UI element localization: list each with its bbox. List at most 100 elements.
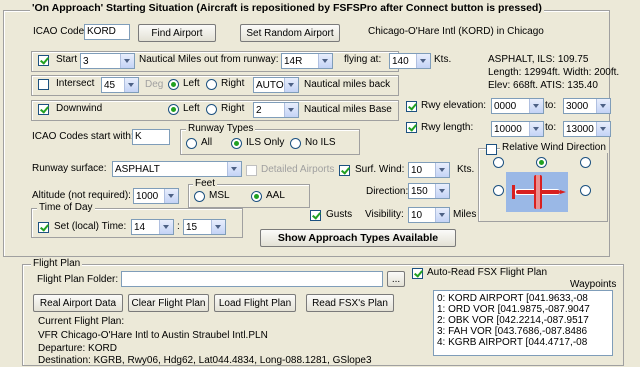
surf-wind-select[interactable]: 10 bbox=[408, 162, 450, 178]
fp-browse-button[interactable]: ... bbox=[387, 271, 405, 287]
time-colon: : bbox=[177, 221, 180, 232]
gusts-label: Gusts bbox=[326, 209, 353, 220]
rwy-elevation-to-value: 3000 bbox=[566, 101, 589, 112]
intersect-right-label: Right bbox=[221, 78, 245, 89]
wind-n-radio[interactable] bbox=[536, 157, 547, 168]
set-random-airport-button[interactable]: Set Random Airport bbox=[240, 24, 340, 42]
rwy-elevation-checkbox[interactable] bbox=[406, 101, 417, 112]
show-approach-types-button[interactable]: Show Approach Types Available bbox=[260, 229, 456, 247]
chevron-down-icon[interactable] bbox=[435, 184, 449, 198]
runway-type-noils-radio[interactable] bbox=[290, 138, 301, 149]
chevron-down-icon[interactable] bbox=[529, 122, 543, 136]
autoread-label: Auto-Read FSX Flight Plan bbox=[427, 267, 548, 278]
intersect-right-radio[interactable] bbox=[206, 79, 217, 90]
downwind-distance-select[interactable]: 2 bbox=[253, 102, 299, 118]
runway-select[interactable]: 14R bbox=[281, 53, 333, 69]
rwy-elevation-to-select[interactable]: 3000 bbox=[563, 98, 611, 114]
rwy-elevation-from-select[interactable]: 0000 bbox=[491, 98, 544, 114]
miles-label: Miles bbox=[453, 209, 477, 220]
surf-wind-label: Surf. Wind: bbox=[355, 164, 405, 175]
list-item[interactable]: 4: KGRB AIRPORT [044.4717,-08 bbox=[434, 337, 612, 348]
flight-plan-title: Flight Plan bbox=[31, 258, 83, 269]
fp-folder-label: Flight Plan Folder: bbox=[37, 274, 119, 285]
load-flight-plan-button[interactable]: Load Flight Plan bbox=[214, 294, 296, 312]
rwy-elevation-to-label: to: bbox=[545, 100, 557, 111]
detailed-airports-label: Detailed Airports bbox=[261, 164, 335, 175]
wind-nw-radio[interactable] bbox=[493, 157, 504, 168]
chevron-down-icon[interactable] bbox=[596, 99, 610, 113]
rwy-length-checkbox[interactable] bbox=[406, 122, 417, 133]
downwind-right-label: Right bbox=[221, 103, 245, 114]
chevron-down-icon[interactable] bbox=[284, 78, 298, 92]
chevron-down-icon[interactable] bbox=[596, 122, 610, 136]
clear-flight-plan-button[interactable]: Clear Flight Plan bbox=[128, 294, 209, 312]
visibility-select[interactable]: 10 bbox=[408, 207, 450, 223]
chevron-down-icon[interactable] bbox=[164, 189, 178, 203]
rwy-length-to-select[interactable]: 13000 bbox=[563, 121, 611, 137]
chevron-down-icon[interactable] bbox=[529, 99, 543, 113]
relative-wind-title: Relative Wind Direction bbox=[500, 142, 608, 153]
start-checkbox[interactable] bbox=[38, 55, 49, 66]
icao-start-label: ICAO Codes start with: bbox=[32, 131, 134, 142]
chevron-down-icon[interactable] bbox=[227, 162, 241, 176]
intersect-label: Intersect bbox=[56, 78, 95, 89]
chevron-down-icon[interactable] bbox=[120, 54, 134, 68]
runway-info-line2: Length: 12994ft. Width: 200ft. bbox=[488, 67, 620, 78]
runway-type-all-label: All bbox=[201, 137, 213, 148]
feet-aal-label: AAL bbox=[266, 190, 285, 201]
chevron-down-icon[interactable] bbox=[284, 103, 298, 117]
intersect-checkbox[interactable] bbox=[38, 79, 49, 90]
speed-select[interactable]: 140 bbox=[389, 53, 431, 69]
gusts-checkbox[interactable] bbox=[310, 210, 321, 221]
chevron-down-icon[interactable] bbox=[416, 54, 430, 68]
waypoints-list[interactable]: 0: KORD AIRPORT [041.9633,-08 1: ORD VOR… bbox=[433, 290, 613, 356]
direction-value: 150 bbox=[411, 186, 428, 197]
feet-msl-radio[interactable] bbox=[194, 191, 205, 202]
intersect-angle-select[interactable]: 45 bbox=[101, 77, 139, 93]
destination-label: Destination: KGRB, Rwy06, Hdg62, Lat044.… bbox=[38, 355, 372, 366]
hour-select[interactable]: 14 bbox=[131, 219, 174, 235]
intersect-left-radio[interactable] bbox=[168, 79, 179, 90]
list-item[interactable]: 0: KORD AIRPORT [041.9633,-08 bbox=[434, 293, 612, 304]
chevron-down-icon[interactable] bbox=[318, 54, 332, 68]
hour-value: 14 bbox=[134, 222, 146, 233]
intersect-auto-select[interactable]: AUTO bbox=[253, 77, 299, 93]
downwind-left-label: Left bbox=[183, 103, 200, 114]
feet-aal-radio[interactable] bbox=[251, 191, 262, 202]
list-item[interactable]: 2: OBK VOR [042.2214,-087.9517 bbox=[434, 315, 612, 326]
real-airport-data-button[interactable]: Real Airport Data bbox=[33, 294, 123, 312]
wind-w-radio[interactable] bbox=[493, 185, 504, 196]
downwind-left-radio[interactable] bbox=[168, 104, 179, 115]
wind-e-radio[interactable] bbox=[580, 185, 591, 196]
downwind-checkbox[interactable] bbox=[38, 104, 49, 115]
find-airport-button[interactable]: Find Airport bbox=[138, 24, 216, 42]
chevron-down-icon[interactable] bbox=[435, 163, 449, 177]
downwind-right-radio[interactable] bbox=[206, 104, 217, 115]
icao-code-input[interactable]: KORD bbox=[84, 24, 130, 40]
autoread-checkbox[interactable] bbox=[412, 268, 423, 279]
runway-type-ils-radio[interactable] bbox=[231, 138, 242, 149]
altitude-select[interactable]: 1000 bbox=[133, 188, 179, 204]
read-fsx-plan-button[interactable]: Read FSX's Plan bbox=[306, 294, 394, 312]
surf-wind-checkbox[interactable] bbox=[339, 165, 350, 176]
intersect-angle-value: 45 bbox=[104, 80, 116, 91]
direction-select[interactable]: 150 bbox=[408, 183, 450, 199]
chevron-down-icon[interactable] bbox=[435, 208, 449, 222]
chevron-down-icon[interactable] bbox=[211, 220, 225, 234]
wind-ne-radio[interactable] bbox=[580, 157, 591, 168]
list-item[interactable]: 3: FAH VOR [043.7686,-087.8486 bbox=[434, 326, 612, 337]
relative-wind-checkbox[interactable] bbox=[486, 144, 497, 155]
fp-folder-input[interactable] bbox=[121, 271, 383, 287]
icao-start-input[interactable]: K bbox=[132, 129, 170, 145]
rwy-length-from-select[interactable]: 10000 bbox=[491, 121, 544, 137]
chevron-down-icon[interactable] bbox=[159, 220, 173, 234]
list-item[interactable]: 1: ORD VOR [041.9875,-087.9047 bbox=[434, 304, 612, 315]
start-distance-select[interactable]: 3 bbox=[80, 53, 135, 69]
minute-select[interactable]: 15 bbox=[183, 219, 226, 235]
set-time-checkbox[interactable] bbox=[38, 222, 49, 233]
chevron-down-icon[interactable] bbox=[124, 78, 138, 92]
detailed-airports-checkbox[interactable] bbox=[246, 165, 257, 176]
runway-type-all-radio[interactable] bbox=[186, 138, 197, 149]
runway-surface-select[interactable]: ASPHALT bbox=[112, 161, 242, 177]
rwy-length-label: Rwy length: bbox=[421, 122, 474, 133]
